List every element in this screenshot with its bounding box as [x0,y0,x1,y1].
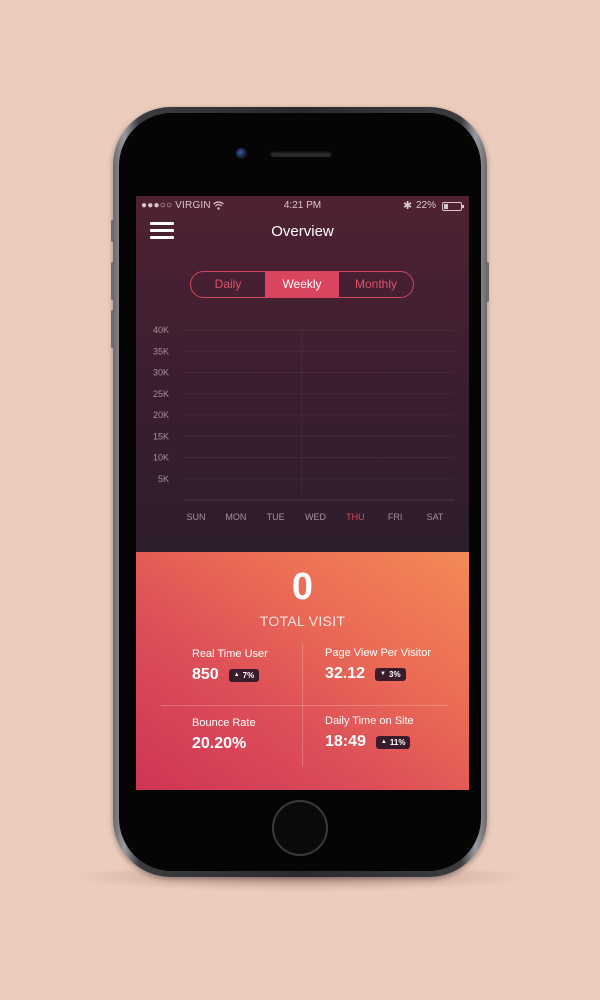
stats-panel: 0 TOTAL VISIT Real Time User 850 ▲ 7% Pag… [136,552,469,790]
x-tick-label[interactable]: SUN [186,512,205,522]
battery-icon [442,202,464,211]
stat-real-time-user: Real Time User 850 ▲ 7% [192,648,268,684]
stat-daily-time-on-site: Daily Time on Site 18:49 ▲ 11% [325,715,414,751]
y-tick-label: 40K [153,325,169,335]
y-tick-label: 35K [153,346,169,356]
stats-divider-horizontal [161,705,449,706]
arrow-up-icon: ▲ [380,739,387,745]
y-tick-label: 5K [158,474,169,484]
stats-divider-vertical [302,644,303,766]
x-tick-label[interactable]: WED [305,512,326,522]
x-tick-label[interactable]: FRI [388,512,403,522]
total-visits-label: TOTAL VISIT [259,613,346,629]
x-tick-label[interactable]: MON [225,512,246,522]
stat-label: Real Time User [192,648,268,660]
x-tick-label[interactable]: TUE [267,512,285,522]
power-button [486,262,489,302]
app-screen: ●●●○○ VIRGIN 4:21 PM ✱ 22% Overview Dail… [136,196,469,790]
change-badge: ▲ 7% [228,668,260,682]
battery-percent: 22% [416,200,437,211]
mute-switch [111,220,114,242]
stat-bounce-rate: Bounce Rate 20.20% [192,717,256,753]
period-segmented-control: Daily Weekly Monthly [190,271,414,298]
y-tick-label: 15K [153,431,169,441]
y-tick-label: 30K [153,368,169,378]
arrow-up-icon: ▲ [233,672,240,678]
earpiece-speaker [270,151,332,157]
arrow-down-icon: ▼ [380,671,386,677]
y-tick-label: 25K [153,389,169,399]
overview-panel: ●●●○○ VIRGIN 4:21 PM ✱ 22% Overview Dail… [136,196,469,552]
stat-value: 32.12 [325,665,366,682]
segment-weekly[interactable]: Weekly [265,272,339,297]
x-tick-label[interactable]: THU [346,512,365,522]
volume-up-button [111,262,114,300]
change-badge: ▼ 3% [375,667,406,681]
page-title: Overview [271,223,334,240]
stat-value: 850 [192,666,219,683]
segment-monthly[interactable]: Monthly [339,272,413,297]
stat-value: 20.20% [192,735,247,752]
y-tick-label: 20K [153,410,169,420]
front-camera-icon [236,148,247,159]
y-tick-label: 10K [153,453,169,463]
change-badge: ▲ 11% [375,735,411,749]
bluetooth-icon: ✱ [403,200,413,212]
stat-page-view-per-visitor: Page View Per Visitor 32.12 ▼ 3% [325,647,431,683]
status-bar: ●●●○○ VIRGIN 4:21 PM ✱ 22% [136,196,469,216]
stat-value: 18:49 [325,733,366,750]
stat-label: Page View Per Visitor [325,647,431,659]
x-tick-label[interactable]: SAT [427,512,444,522]
home-button[interactable] [272,800,328,856]
total-visits-value: 0 [291,566,314,608]
weekly-chart: 5K 10K 15K 20K 25K 30K 35K 40K SUN MON TUE WED THU FR… [153,325,454,522]
stat-label: Bounce Rate [192,717,256,729]
volume-down-button [111,310,114,348]
stat-label: Daily Time on Site [325,715,414,727]
segment-daily[interactable]: Daily [191,272,265,297]
